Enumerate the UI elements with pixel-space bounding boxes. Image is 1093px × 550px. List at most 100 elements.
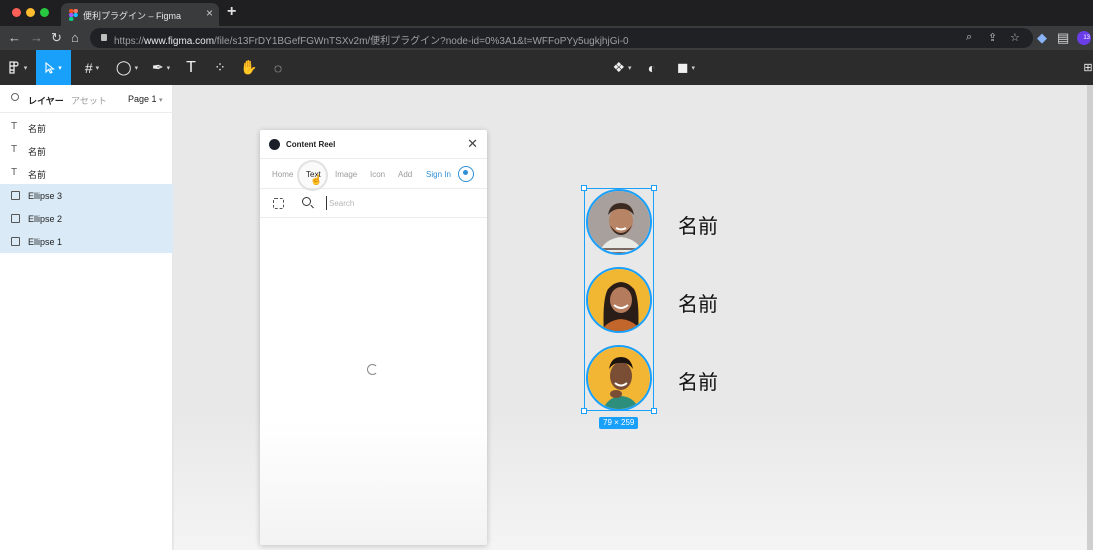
sign-in-link[interactable]: Sign In: [426, 170, 451, 179]
page-selector[interactable]: Page 1 ▾: [128, 94, 163, 104]
forward-icon[interactable]: →: [30, 30, 43, 45]
zoom-window-button[interactable]: [40, 8, 49, 17]
user-avatar-icon[interactable]: [458, 166, 474, 182]
text-layer-icon: T: [11, 144, 18, 155]
new-tab-button[interactable]: +: [227, 3, 236, 21]
loading-spinner-icon: [367, 364, 378, 375]
main-menu-button[interactable]: ▾: [0, 50, 36, 85]
component-button[interactable]: ❖ ▾: [608, 50, 636, 85]
plugin-nav: Home Text Image Icon Add Sign In ☝: [260, 159, 487, 191]
layer-row[interactable]: T 名前: [0, 138, 173, 161]
component-icon: ❖: [612, 59, 626, 75]
lock-icon: [101, 34, 107, 41]
avatar[interactable]: [586, 267, 652, 333]
figma-icon: [69, 9, 78, 21]
share-icon[interactable]: ⇪: [988, 31, 997, 44]
tab-icon[interactable]: Icon: [370, 170, 385, 179]
avatar[interactable]: [586, 189, 652, 255]
bookmark-star-icon[interactable]: ☆: [1010, 31, 1020, 44]
layer-label: Ellipse 3: [28, 191, 63, 201]
pen-tool-button[interactable]: ✒ ▾: [146, 50, 176, 85]
hand-tool-button[interactable]: ✋: [238, 50, 260, 85]
tab-close-icon[interactable]: ×: [206, 6, 213, 20]
text-tool-icon: T: [186, 58, 196, 76]
resize-handle-bottom-left[interactable]: [581, 408, 587, 414]
url-field[interactable]: https://www.figma.com/file/s13FrDY1BGefF…: [90, 28, 1033, 48]
layer-label: 名前: [28, 170, 47, 180]
text-layer-icon: T: [11, 121, 18, 132]
plugin-window: Content Reel ✕ Home Text Image Icon Add …: [260, 130, 487, 545]
canvas-scrollbar[interactable]: [1087, 85, 1093, 550]
boolean-button[interactable]: ◼ ▾: [672, 50, 700, 85]
layer-row[interactable]: T 名前: [0, 161, 173, 184]
resize-handle-top-left[interactable]: [581, 185, 587, 191]
image-layer-icon: [11, 237, 20, 246]
name-text-3[interactable]: 名前: [678, 366, 718, 395]
tab-layers[interactable]: レイヤー: [28, 94, 64, 107]
plugin-search-row: [260, 189, 487, 218]
search-input[interactable]: [326, 196, 476, 210]
extension-icon[interactable]: ◆: [1037, 30, 1047, 46]
layers-panel-tabs: レイヤー アセット Page 1 ▾: [0, 85, 173, 113]
layers-panel: レイヤー アセット Page 1 ▾ T 名前 T 名前 T 名前 Ellipse 3 Ell…: [0, 85, 173, 550]
layer-label: Ellipse 1: [28, 237, 63, 247]
browser-tab[interactable]: 便利プラグイン – Figma ×: [61, 3, 219, 26]
comment-tool-button[interactable]: ◌: [268, 50, 288, 85]
layer-row[interactable]: Ellipse 1: [0, 230, 173, 253]
plugin-title: Content Reel: [286, 140, 336, 149]
close-window-button[interactable]: [12, 8, 21, 17]
plugin-header: Content Reel ✕: [260, 130, 487, 159]
tab-add[interactable]: Add: [398, 170, 412, 179]
frame-icon: #: [84, 59, 93, 76]
url-text: https://www.figma.com/file/s13FrDY1BGefF…: [114, 36, 629, 47]
layer-row[interactable]: Ellipse 2: [0, 207, 173, 230]
layer-label: 名前: [28, 124, 47, 134]
back-icon[interactable]: ←: [8, 30, 21, 45]
browser-tab-strip: 便利プラグイン – Figma × +: [0, 0, 1093, 26]
dimension-badge: 79 × 259: [599, 417, 639, 429]
resources-icon: ⁘: [214, 59, 226, 75]
comment-icon: ◌: [273, 59, 283, 76]
home-icon[interactable]: ⌂: [71, 30, 79, 45]
resources-button[interactable]: ⁘: [210, 50, 230, 85]
minimize-window-button[interactable]: [26, 8, 35, 17]
reload-icon[interactable]: ↻: [51, 30, 62, 46]
text-layer-icon: T: [11, 167, 18, 178]
search-icon[interactable]: [302, 197, 311, 206]
share-panel-icon[interactable]: ⊞: [1083, 50, 1093, 85]
resize-handle-bottom-right[interactable]: [651, 408, 657, 414]
boolean-icon: ◼: [676, 59, 689, 75]
tab-image[interactable]: Image: [335, 170, 357, 179]
layer-row[interactable]: Ellipse 3: [0, 184, 173, 207]
scan-icon[interactable]: [273, 198, 284, 209]
close-icon[interactable]: ✕: [467, 136, 478, 152]
move-tool-button[interactable]: ▾: [36, 50, 71, 85]
ellipse-icon: ◯: [115, 59, 132, 75]
name-text-2[interactable]: 名前: [678, 288, 718, 317]
tab-title: 便利プラグイン – Figma: [83, 11, 182, 21]
search-icon[interactable]: [11, 93, 19, 101]
name-text-1[interactable]: 名前: [678, 210, 718, 239]
resize-handle-top-right[interactable]: [651, 185, 657, 191]
layer-row[interactable]: T 名前: [0, 115, 173, 138]
figma-menu-icon: [9, 61, 19, 74]
frame-tool-button[interactable]: # ▾: [78, 50, 106, 85]
tab-home[interactable]: Home: [272, 170, 293, 179]
mask-button[interactable]: ◐: [643, 50, 661, 85]
figma-toolbar: ▾ ▾ # ▾ ◯ ▾ ✒ ▾ T ⁘ ✋ ◌ ❖ ▾ ◐ ◼ ▾ ⊞: [0, 50, 1093, 85]
tab-assets[interactable]: アセット: [71, 94, 107, 107]
hand-cursor-icon: ☝: [310, 175, 323, 186]
shape-tool-button[interactable]: ◯ ▾: [112, 50, 142, 85]
image-layer-icon: [11, 191, 20, 200]
text-tool-button[interactable]: T: [181, 50, 201, 85]
pen-icon: ✒: [151, 59, 164, 75]
zoom-icon[interactable]: ⌕: [966, 31, 972, 44]
hand-icon: ✋: [240, 59, 258, 75]
extensions-puzzle-icon[interactable]: ▤: [1057, 30, 1069, 46]
profile-avatar[interactable]: 13: [1077, 31, 1091, 45]
chevron-down-icon: ▾: [159, 97, 163, 104]
layer-label: Ellipse 2: [28, 214, 63, 224]
address-bar: ← → ↻ ⌂ https://www.figma.com/file/s13Fr…: [0, 26, 1093, 50]
content-reel-logo-icon: [269, 139, 280, 150]
avatar[interactable]: [586, 345, 652, 411]
